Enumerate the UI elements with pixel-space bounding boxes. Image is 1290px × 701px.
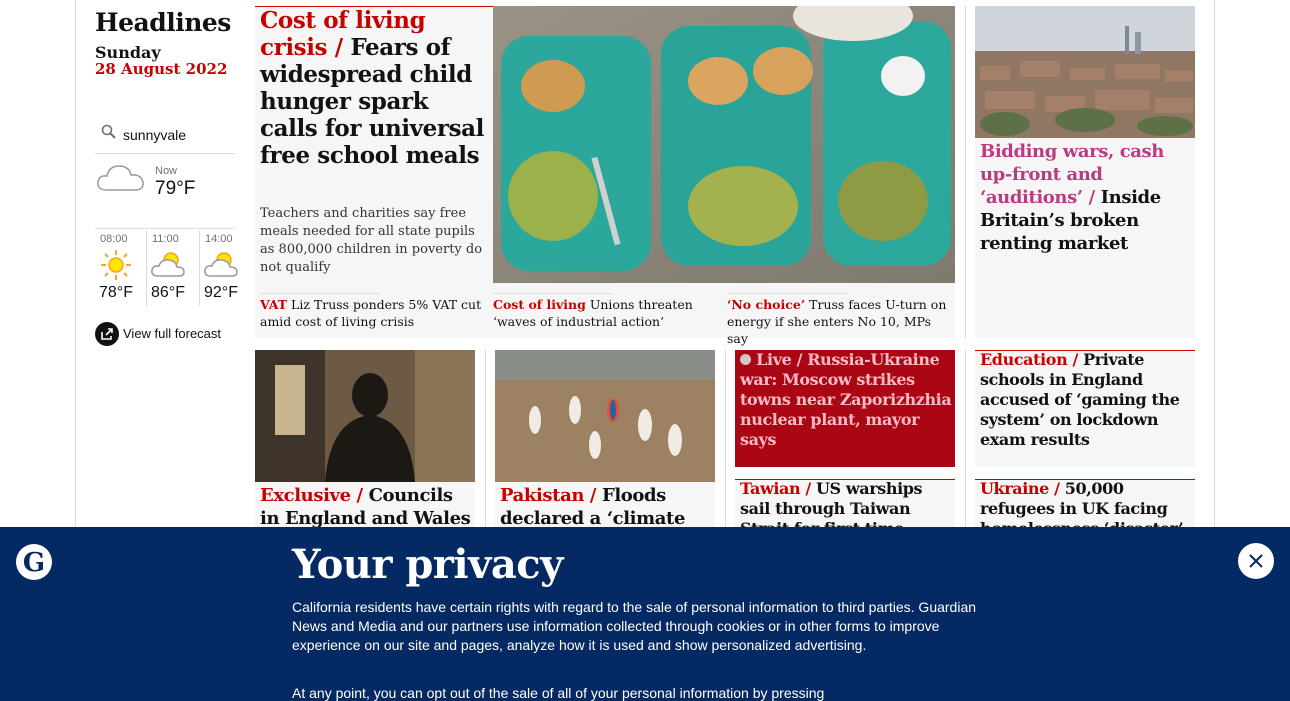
sublink-rule <box>727 293 847 294</box>
kicker-separator: / <box>1072 350 1078 369</box>
lead-sublink[interactable]: ‘No choice’ Truss faces U-turn on energy… <box>727 296 951 347</box>
column-divider <box>965 6 966 338</box>
story-headline[interactable]: Pakistan / Floods declared a ‘climate <box>500 484 712 528</box>
partly-cloudy-icon <box>151 252 185 277</box>
story-headline[interactable]: Exclusive / Councils in England and Wale… <box>260 484 472 528</box>
sublink-rule <box>493 293 613 294</box>
headlines-title: Headlines <box>95 8 231 37</box>
story-kicker: Ukraine <box>980 479 1049 498</box>
kicker-separator: / <box>356 485 364 506</box>
story-kicker: Tawian <box>740 479 801 498</box>
location-input[interactable]: sunnyvale <box>123 127 186 143</box>
privacy-text: California residents have certain rights… <box>292 599 977 653</box>
sublink-text: Liz Truss ponders 5% VAT cut amid cost o… <box>260 297 482 329</box>
story-image[interactable] <box>495 350 715 482</box>
lead-sublink[interactable]: Cost of living Unions threaten ‘waves of… <box>493 296 717 330</box>
forecast-time: 08:00 <box>100 233 128 245</box>
live-headline[interactable]: Live / Russia-Ukraine war: Moscow strike… <box>740 350 952 450</box>
forecast-slot: 14:00 92°F <box>200 230 252 306</box>
forecast-temp: 86°F <box>151 284 185 301</box>
story-kicker: Exclusive <box>260 485 351 506</box>
external-link-icon <box>95 322 119 346</box>
privacy-text-optout: At any point, you can opt out of the sal… <box>292 685 825 701</box>
renting-image[interactable] <box>975 6 1195 138</box>
lead-headline[interactable]: Cost of living crisis / Fears of widespr… <box>260 7 488 169</box>
sublink-rule <box>260 293 380 294</box>
forecast-temp: 78°F <box>99 284 133 301</box>
kicker-separator: / <box>805 479 811 498</box>
cloud-icon <box>97 165 144 191</box>
forecast-slot: 08:00 78°F <box>95 230 147 306</box>
forecast-slot: 11:00 86°F <box>147 230 199 306</box>
lead-standfirst: Teachers and charities say free meals ne… <box>260 206 483 275</box>
sublink-kicker: VAT <box>260 297 288 312</box>
privacy-banner: G Your privacy California residents have… <box>0 527 1290 701</box>
story-headline[interactable]: Education / Private schools in England a… <box>980 350 1192 450</box>
date-full: 28 August 2022 <box>95 60 228 78</box>
live-dot-icon <box>740 354 751 365</box>
kicker-separator: / <box>1054 479 1060 498</box>
weather-now-label: Now <box>155 165 178 177</box>
forecast-rule <box>95 228 235 229</box>
story-headline[interactable]: Tawian / US warships sail through Taiwan… <box>740 479 952 527</box>
column-divider <box>725 350 726 530</box>
forecast-time: 11:00 <box>152 233 179 245</box>
live-kicker: Live <box>756 350 792 369</box>
renting-headline[interactable]: Bidding wars, cash up-front and ‘auditio… <box>980 140 1190 255</box>
lead-image[interactable] <box>493 6 955 283</box>
kicker-separator: / <box>796 350 803 369</box>
view-full-forecast-label: View full forecast <box>123 326 222 341</box>
story-kicker: Pakistan <box>500 485 585 506</box>
privacy-title: Your privacy <box>292 541 563 588</box>
sun-icon <box>101 250 131 280</box>
kicker-separator: / <box>589 485 597 506</box>
partly-cloudy-icon <box>204 252 238 277</box>
story-headline[interactable]: Ukraine / 50,000 refugees in UK facing h… <box>980 479 1192 527</box>
column-divider <box>965 350 966 530</box>
close-icon <box>1249 554 1263 568</box>
weather-location-search[interactable]: sunnyvale <box>95 118 235 154</box>
story-kicker: Education <box>980 350 1068 369</box>
forecast-temp: 92°F <box>204 284 238 301</box>
kicker-separator: / <box>334 34 343 61</box>
forecast-time: 14:00 <box>205 233 233 245</box>
svg-text:G: G <box>23 548 45 578</box>
sublink-kicker: Cost of living <box>493 297 586 312</box>
kicker-separator: / <box>1088 187 1096 208</box>
lead-sublink[interactable]: VAT Liz Truss ponders 5% VAT cut amid co… <box>260 296 484 330</box>
guardian-logo-icon: G <box>16 544 52 580</box>
close-privacy-button[interactable] <box>1238 543 1274 579</box>
sublink-kicker: ‘No choice’ <box>727 297 806 312</box>
search-icon <box>101 124 116 139</box>
weather-now-temp: 79°F <box>155 178 196 199</box>
column-divider <box>485 350 486 530</box>
story-image[interactable] <box>255 350 475 482</box>
